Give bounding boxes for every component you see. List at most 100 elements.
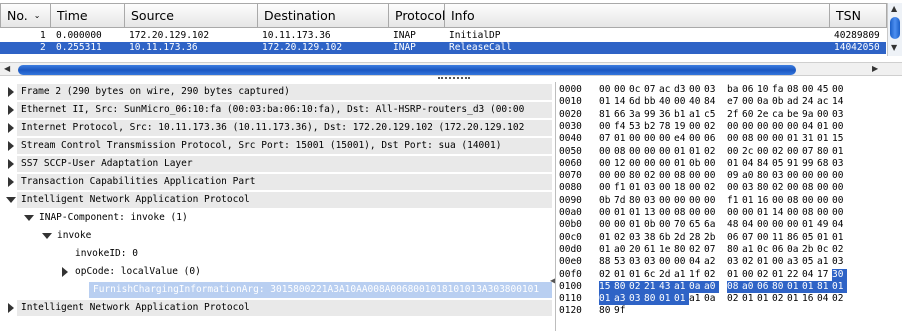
hex-row[interactable]: 0110 01 a3 03 80 01 01 a1 0a 02 01 01 02 01 16 04 02 (559, 293, 847, 306)
hex-byte[interactable]: 00 (644, 158, 659, 170)
hex-byte[interactable]: 00 (727, 133, 742, 145)
hex-byte[interactable]: 08 (787, 84, 802, 96)
hex-byte[interactable]: 00 (742, 269, 757, 281)
hex-byte[interactable]: 13 (644, 207, 659, 219)
hex-byte[interactable]: 01 (802, 219, 817, 231)
hex-byte[interactable]: 01 (599, 244, 614, 256)
hex-byte[interactable]: 00 (599, 182, 614, 194)
hex-byte[interactable]: 80 (817, 146, 832, 158)
tree-item[interactable]: Transaction Capabilities Application Par… (0, 173, 555, 191)
scroll-down-icon[interactable]: ▼ (891, 43, 897, 52)
hex-byte[interactable]: 91 (787, 158, 802, 170)
hex-row[interactable]: 0120 80 9f (559, 305, 629, 317)
column-header-time[interactable]: Time (51, 3, 125, 28)
hex-byte[interactable]: 00 (817, 207, 832, 219)
hex-byte[interactable]: 15 (832, 133, 847, 145)
hex-byte[interactable]: 00 (629, 158, 644, 170)
hex-byte[interactable]: 16 (757, 195, 772, 207)
hex-byte[interactable]: 06 (727, 232, 742, 244)
hex-byte[interactable]: 08 (787, 195, 802, 207)
vertical-scroll-thumb[interactable] (890, 17, 900, 39)
hex-byte[interactable]: a2 (704, 256, 719, 268)
hex-byte[interactable]: 80 (757, 170, 772, 182)
hex-byte[interactable]: be (787, 109, 802, 121)
hex-byte[interactable]: 03 (832, 158, 847, 170)
column-header-tsn[interactable]: TSN (830, 3, 887, 28)
expanded-triangle-icon[interactable] (24, 209, 34, 227)
column-header-source[interactable]: Source (125, 3, 258, 28)
hex-byte[interactable]: 0b (689, 158, 704, 170)
hex-byte[interactable]: 68 (817, 158, 832, 170)
hex-byte[interactable]: a1 (742, 244, 757, 256)
hex-byte[interactable]: 01 (629, 219, 644, 231)
hex-byte[interactable]: 00 (659, 195, 674, 207)
hex-byte-highlighted[interactable]: a0 (704, 280, 719, 293)
hex-byte[interactable]: 01 (727, 158, 742, 170)
hex-byte[interactable]: 02 (704, 121, 719, 133)
hex-byte[interactable]: 01 (689, 146, 704, 158)
hex-byte[interactable]: 00 (742, 96, 757, 108)
hex-byte[interactable]: 03 (772, 170, 787, 182)
hex-byte[interactable]: 02 (832, 244, 847, 256)
hex-byte[interactable]: 04 (817, 293, 832, 305)
hex-byte[interactable]: a1 (689, 109, 704, 121)
hex-byte[interactable]: 01 (817, 121, 832, 133)
hex-byte[interactable]: 03 (644, 182, 659, 194)
tree-item[interactable]: opCode: localValue (0) (0, 263, 555, 281)
hex-byte[interactable]: 01 (742, 293, 757, 305)
hex-byte[interactable]: 00 (742, 121, 757, 133)
hex-byte[interactable]: 01 (832, 232, 847, 244)
hex-byte-highlighted[interactable]: 80 (644, 293, 659, 306)
hex-byte[interactable]: 00 (772, 256, 787, 268)
hex-byte[interactable]: 00 (704, 195, 719, 207)
hex-byte[interactable]: 08 (802, 207, 817, 219)
hex-byte[interactable]: e7 (727, 96, 742, 108)
hex-byte[interactable]: 00 (757, 232, 772, 244)
hex-byte[interactable]: 00 (757, 219, 772, 231)
hex-byte[interactable]: 80 (727, 244, 742, 256)
hex-byte[interactable]: 00 (599, 121, 614, 133)
hex-byte[interactable]: 01 (599, 96, 614, 108)
hex-byte[interactable]: ac (659, 84, 674, 96)
column-header-protocol[interactable]: Protocol (389, 3, 445, 28)
pane-splitter-grip[interactable] (438, 77, 470, 81)
hex-byte[interactable]: 80 (629, 170, 644, 182)
hex-byte[interactable]: 2e (757, 109, 772, 121)
hex-byte[interactable]: e4 (674, 133, 689, 145)
hex-byte[interactable]: 00 (704, 158, 719, 170)
hex-byte[interactable]: 00 (689, 170, 704, 182)
hex-byte[interactable]: 2c (742, 146, 757, 158)
hex-byte[interactable]: 0c (757, 244, 772, 256)
hex-byte-highlighted[interactable]: 30 (832, 268, 847, 281)
column-header-info[interactable]: Info (445, 3, 830, 28)
hex-byte-highlighted[interactable]: a1 (674, 280, 689, 293)
hex-byte[interactable]: 00 (659, 219, 674, 231)
hex-byte[interactable]: 01 (757, 256, 772, 268)
hex-byte[interactable]: 12 (614, 158, 629, 170)
hex-byte[interactable]: 2f (727, 109, 742, 121)
hex-byte[interactable]: 03 (727, 256, 742, 268)
hex-byte[interactable]: ba (727, 84, 742, 96)
hex-byte[interactable]: 00 (757, 121, 772, 133)
hex-byte[interactable]: 3a (629, 109, 644, 121)
hex-byte[interactable]: 01 (772, 269, 787, 281)
hex-byte[interactable]: c5 (704, 109, 719, 121)
hex-byte[interactable]: 00 (659, 256, 674, 268)
hex-byte[interactable]: 00 (689, 182, 704, 194)
hex-byte[interactable]: 04 (689, 256, 704, 268)
hex-byte[interactable]: 6c (644, 269, 659, 281)
hex-byte[interactable]: 00 (659, 158, 674, 170)
hex-byte[interactable]: 01 (629, 207, 644, 219)
hex-byte[interactable]: 01 (614, 269, 629, 281)
hex-byte[interactable]: 01 (629, 182, 644, 194)
hex-byte[interactable]: 00 (727, 146, 742, 158)
hex-byte[interactable]: 00 (644, 133, 659, 145)
hex-byte[interactable]: 00 (757, 133, 772, 145)
hex-byte[interactable]: 00 (659, 207, 674, 219)
hex-byte[interactable]: 0a (787, 244, 802, 256)
hex-byte[interactable]: b1 (674, 109, 689, 121)
hex-byte-highlighted[interactable]: 01 (802, 280, 817, 293)
hex-row[interactable]: 0040 07 01 00 00 00 e4 00 06 00 08 00 00 01 31 01 15 (559, 133, 847, 145)
hex-byte[interactable]: 0c (817, 244, 832, 256)
hex-byte[interactable]: a1 (689, 293, 704, 305)
